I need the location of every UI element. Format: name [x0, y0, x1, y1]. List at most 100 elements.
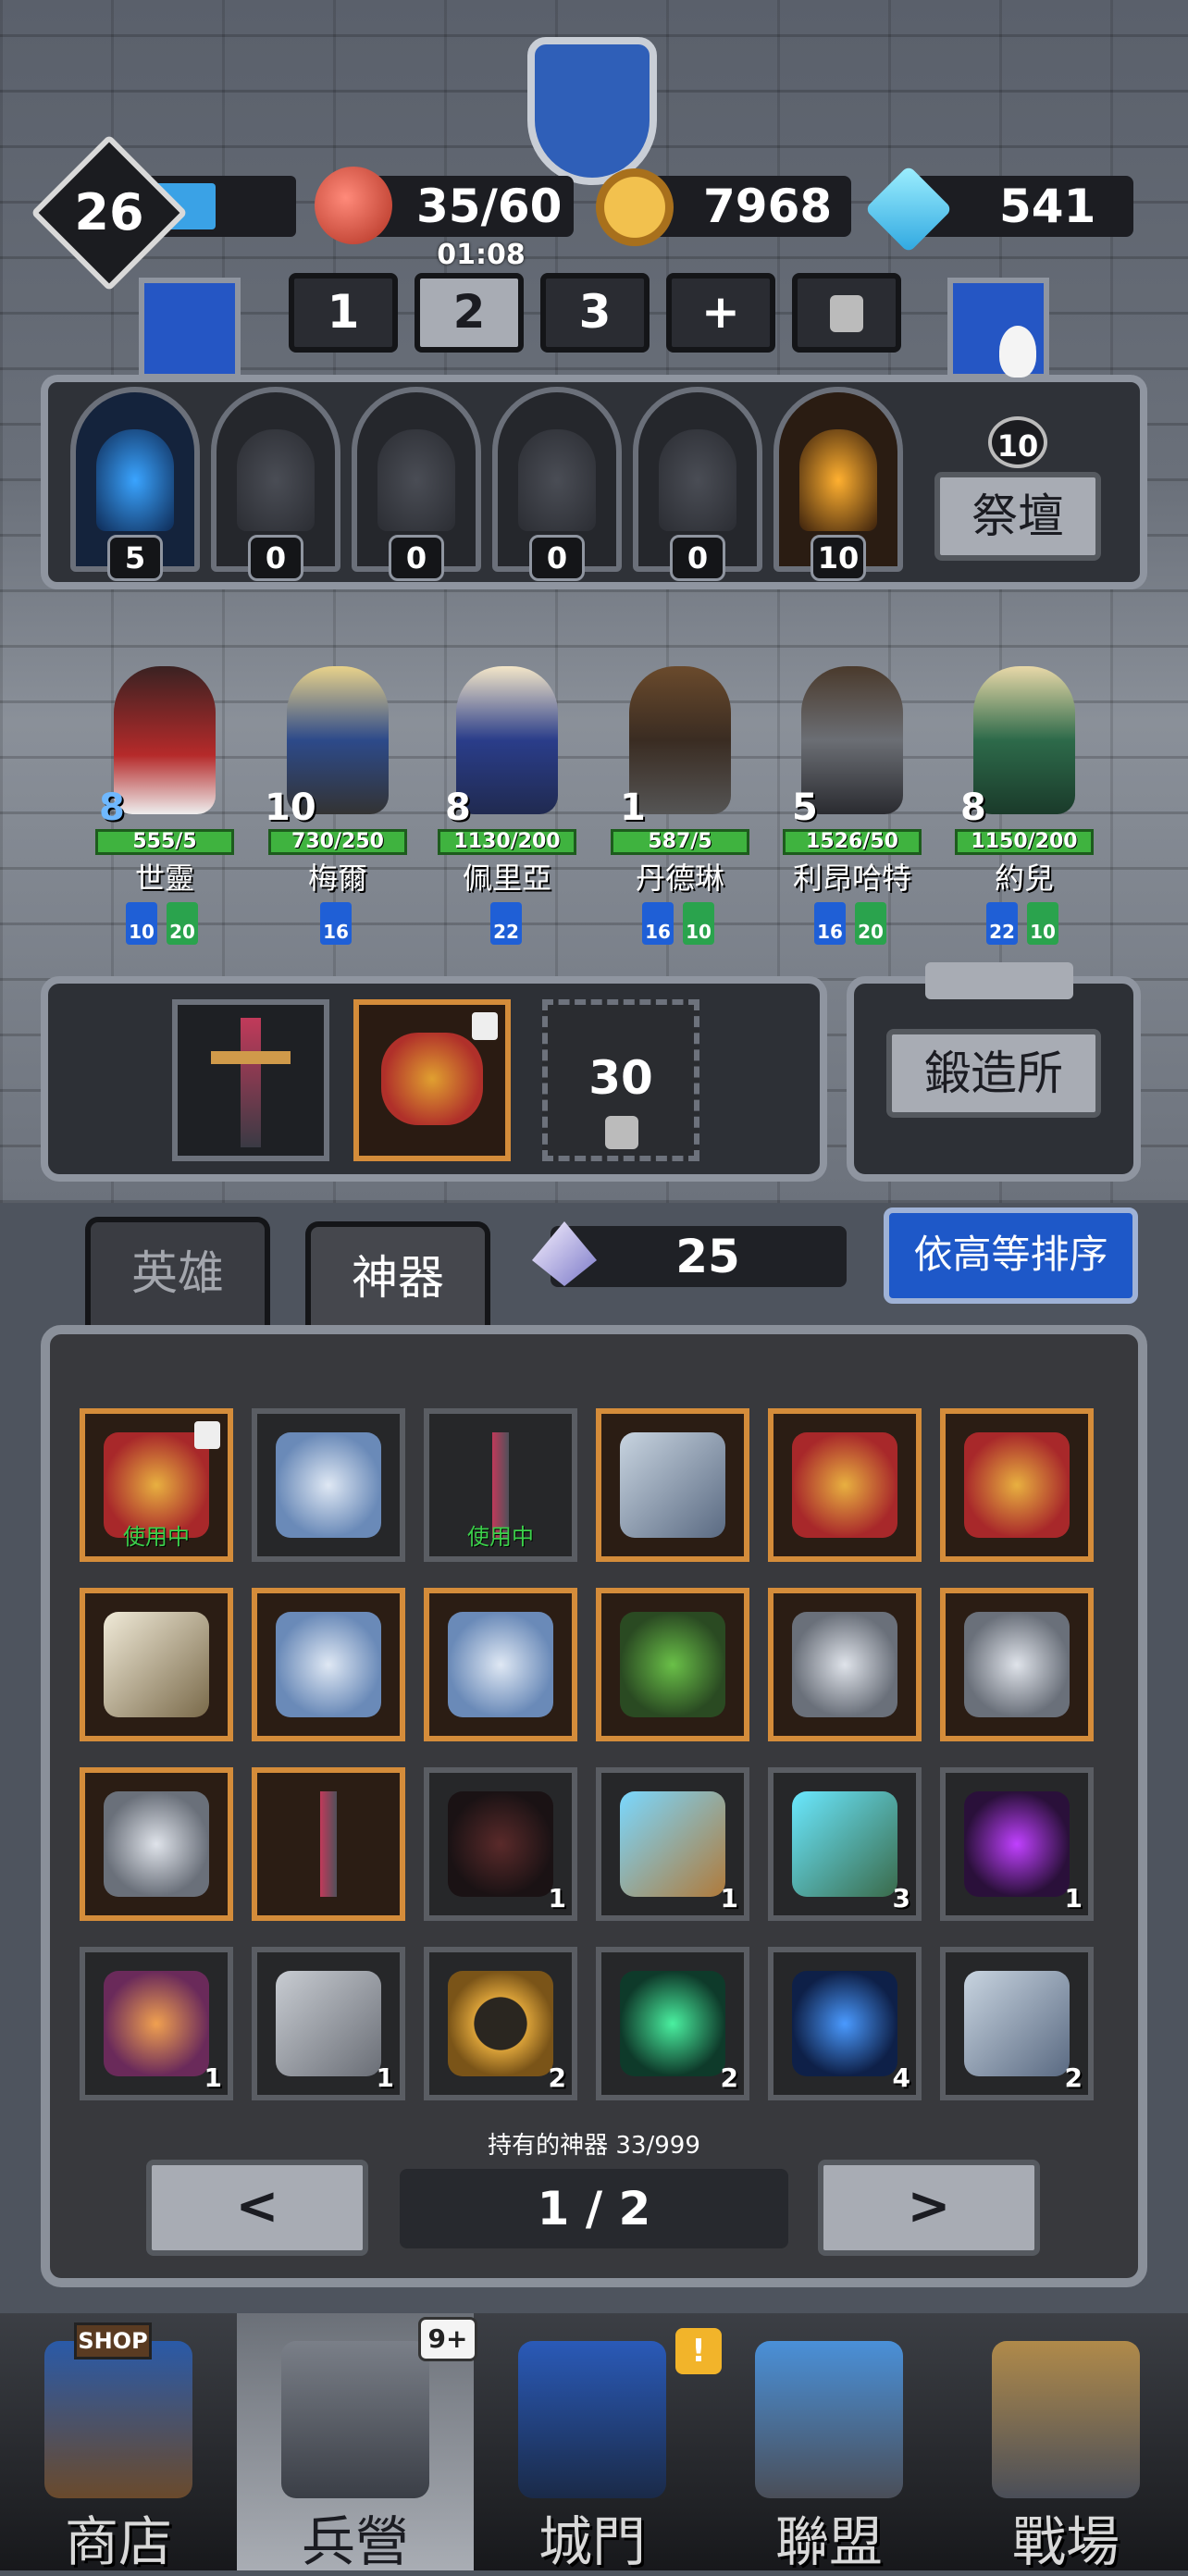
artifact-cell[interactable]: 1 [940, 1767, 1094, 1921]
sword-guard [211, 1051, 291, 1064]
nav-barracks[interactable]: 9+ 兵營 [237, 2313, 477, 2573]
sword-icon [276, 1791, 381, 1897]
lock-icon [194, 1421, 220, 1449]
team-tab-1[interactable]: 1 [289, 273, 398, 353]
crown-icon [792, 1432, 897, 1538]
artifact-cell[interactable]: 2 [424, 1947, 577, 2100]
nav-gate[interactable]: ! 城門 [474, 2313, 722, 2573]
hero-card[interactable]: 10 730/250 梅爾 [259, 648, 416, 896]
hero-level: 1 [620, 786, 646, 829]
armor-icon [104, 1791, 209, 1897]
hero-level: 8 [99, 786, 125, 829]
nav-alliance[interactable]: 聯盟 [711, 2313, 947, 2573]
artifact-cell[interactable] [80, 1588, 233, 1741]
hero-hp: 1526/50 [783, 829, 922, 855]
artifact-count: 1 [204, 2062, 222, 2093]
book-icon [964, 1971, 1070, 2076]
hero-name: 約兒 [994, 861, 1054, 896]
artifact-cell[interactable] [252, 1588, 405, 1741]
rune-badge: 16 [320, 902, 352, 945]
artifact-cell[interactable]: 1 [596, 1767, 749, 1921]
hero-level: 8 [445, 786, 471, 829]
rune-badge: 22 [986, 902, 1018, 945]
artifact-cell[interactable] [424, 1588, 577, 1741]
magic-wand-icon [104, 1971, 209, 2076]
team-tab-add[interactable]: + [666, 273, 775, 353]
artifact-cell[interactable]: 1 [80, 1947, 233, 2100]
hero-card[interactable]: 1 587/5 丹德琳 [601, 648, 759, 896]
artifact-count: 2 [1064, 2062, 1083, 2093]
artifact-cell[interactable] [596, 1408, 749, 1562]
altar-slot-level: 5 [107, 535, 163, 581]
nav-shop[interactable]: SHOP 商店 [0, 2313, 237, 2573]
artifact-cell[interactable] [768, 1408, 922, 1562]
artifact-cell[interactable] [940, 1588, 1094, 1741]
team-tab-locked[interactable] [792, 273, 901, 353]
artifact-cell[interactable]: 4 [768, 1947, 922, 2100]
team-tab-3[interactable]: 3 [540, 273, 650, 353]
lock-icon [830, 295, 863, 332]
equipped-crown-slot[interactable] [353, 999, 511, 1161]
hero-hp: 1130/200 [438, 829, 576, 855]
player-level: 26 [74, 183, 144, 242]
altar-slot-level: 0 [248, 535, 303, 581]
hero-card[interactable]: 5 1526/50 利昂哈特 [773, 648, 931, 896]
hero-card[interactable]: 8 555/5 世靈 [86, 648, 243, 896]
hero-card[interactable]: 8 1150/200 約兒 [946, 648, 1103, 896]
altar-level: 10 [988, 416, 1047, 468]
rune-badge: 10 [1027, 902, 1058, 945]
artifact-cell[interactable] [252, 1408, 405, 1562]
artifact-cell[interactable]: 2 [940, 1947, 1094, 2100]
hero-card[interactable]: 8 1130/200 佩里亞 [428, 648, 586, 896]
sword-icon [241, 1018, 261, 1147]
artifact-cell[interactable] [80, 1767, 233, 1921]
locked-slot[interactable]: 30 [542, 999, 699, 1161]
artifact-cell[interactable] [768, 1588, 922, 1741]
artifact-cell[interactable] [596, 1588, 749, 1741]
rune-badge: 10 [683, 902, 714, 945]
lock-icon [472, 1012, 498, 1040]
nav-label: 戰場 [1011, 2510, 1120, 2573]
artifact-cell[interactable]: 3 [768, 1767, 922, 1921]
nav-battlefield[interactable]: 戰場 [947, 2313, 1184, 2573]
artifact-cell[interactable] [940, 1408, 1094, 1562]
hat-icon [448, 1791, 553, 1897]
forge-button[interactable]: 鍛造所 [886, 1029, 1101, 1118]
sort-button[interactable]: 依高等排序 [884, 1208, 1138, 1304]
team-tab-2[interactable]: 2 [415, 273, 524, 353]
rune-badge: 22 [490, 902, 522, 945]
meat-icon [315, 167, 392, 244]
nav-label: 兵營 [301, 2510, 409, 2573]
altar-flame-icon [999, 326, 1036, 378]
hero-hp: 555/5 [95, 829, 234, 855]
tab-heroes[interactable]: 英雄 [85, 1217, 270, 1328]
artifact-cell[interactable] [252, 1767, 405, 1921]
herb-icon [620, 1612, 725, 1717]
scroll-icon [276, 1971, 381, 2076]
artifact-cell[interactable]: 使用中 [80, 1408, 233, 1562]
altar-button[interactable]: 祭壇 [934, 472, 1101, 561]
armor-icon [964, 1612, 1070, 1717]
next-page-button[interactable]: > [818, 2160, 1040, 2256]
hero-name: 利昂哈特 [792, 861, 911, 896]
hero-hp: 1150/200 [955, 829, 1094, 855]
artifact-cell[interactable]: 1 [424, 1767, 577, 1921]
artifact-count: 2 [720, 2062, 738, 2093]
in-use-label: 使用中 [123, 1524, 190, 1550]
altar-slot-level: 10 [811, 535, 866, 581]
prev-page-button[interactable]: < [146, 2160, 368, 2256]
hero-portrait [973, 666, 1075, 814]
altar-slot-level: 0 [529, 535, 585, 581]
rune-badge: 20 [167, 902, 198, 945]
artifact-cell[interactable]: 使用中 [424, 1408, 577, 1562]
lock-icon [605, 1116, 638, 1149]
artifact-count: 3 [892, 1883, 910, 1913]
hero-portrait [114, 666, 216, 814]
tab-artifacts[interactable]: 神器 [305, 1221, 490, 1332]
rune-badge: 20 [855, 902, 886, 945]
book-icon [620, 1432, 725, 1538]
artifact-cell[interactable]: 1 [252, 1947, 405, 2100]
page-indicator: 1 / 2 [400, 2169, 788, 2248]
artifact-cell[interactable]: 2 [596, 1947, 749, 2100]
equipped-sword-slot[interactable] [172, 999, 329, 1161]
